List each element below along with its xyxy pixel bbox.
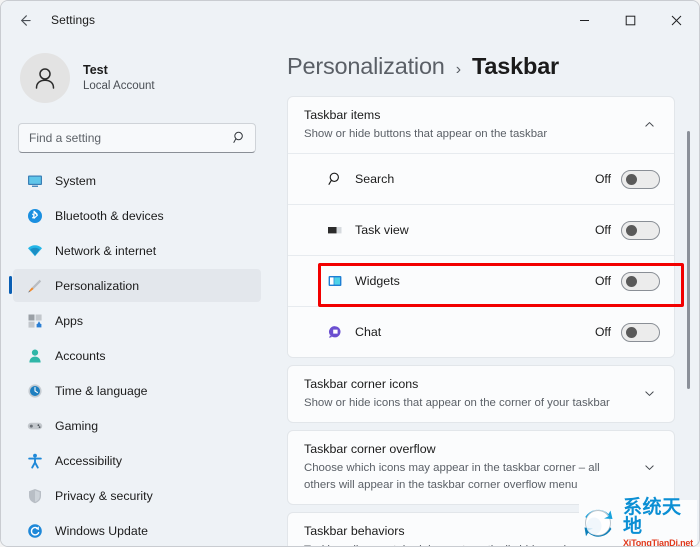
sidebar-item-label: Personalization: [55, 278, 140, 293]
paintbrush-icon: [26, 277, 43, 294]
toggle-switch-task-view[interactable]: [621, 220, 660, 240]
sidebar-item-system[interactable]: System: [13, 164, 261, 197]
sidebar-item-gaming[interactable]: Gaming: [13, 409, 261, 442]
window-body: Test Local Account Find a setting System…: [1, 39, 699, 546]
sidebar-item-label: Accessibility: [55, 453, 122, 468]
toggle-state-label: Off: [594, 274, 611, 289]
row-label: Search: [355, 172, 395, 187]
toggle-state-label: Off: [594, 172, 611, 187]
app-title: Settings: [51, 13, 96, 27]
chat-icon: [326, 323, 344, 341]
taskview-icon: [326, 221, 344, 239]
sidebar-item-label: System: [55, 173, 96, 188]
settings-cards: Taskbar items Show or hide buttons that …: [273, 96, 699, 546]
window-controls: [561, 1, 699, 39]
sidebar-nav: System Bluetooth & devices Network & int…: [1, 164, 273, 546]
sidebar-item-accessibility[interactable]: Accessibility: [13, 444, 261, 477]
sidebar-item-bluetooth-devices[interactable]: Bluetooth & devices: [13, 199, 261, 232]
bluetooth-icon: [26, 207, 43, 224]
watermark: 系统天地 XiTongTianDi.net: [579, 496, 697, 547]
scrollbar-thumb[interactable]: [687, 131, 690, 389]
account-subtitle: Local Account: [83, 79, 155, 92]
sidebar-item-label: Bluetooth & devices: [55, 208, 164, 223]
card-subtitle: Choose which icons may appear in the tas…: [304, 462, 600, 491]
maximize-button[interactable]: [607, 1, 653, 39]
sidebar-item-label: Privacy & security: [55, 488, 153, 503]
row-label: Chat: [355, 325, 382, 340]
row-chat[interactable]: Chat Off: [288, 307, 674, 358]
page-title: Taskbar: [472, 53, 560, 79]
back-arrow-icon: [17, 13, 32, 28]
card-title: Taskbar items: [304, 108, 381, 122]
sidebar-item-time-language[interactable]: Time & language: [13, 374, 261, 407]
wifi-icon: [26, 242, 43, 259]
sidebar-item-label: Network & internet: [55, 243, 157, 258]
main-content: Personalization › Taskbar Taskbar items …: [273, 39, 699, 546]
apps-icon: [26, 312, 43, 329]
settings-window: Settings Test Local Account Find a setti…: [0, 0, 700, 547]
row-task-view[interactable]: Task view Off: [288, 205, 674, 256]
accessibility-icon: [26, 452, 43, 469]
sidebar-item-personalization[interactable]: Personalization: [9, 269, 261, 302]
scrollbar[interactable]: [684, 125, 693, 544]
breadcrumb-separator-icon: ›: [455, 61, 462, 78]
sidebar-item-label: Windows Update: [55, 523, 148, 538]
chevron-down-icon[interactable]: [638, 461, 660, 474]
sidebar-item-accounts[interactable]: Accounts: [13, 339, 261, 372]
breadcrumb: Personalization › Taskbar: [273, 39, 699, 96]
search-box[interactable]: [18, 123, 256, 153]
card-subtitle: Show or hide buttons that appear on the …: [304, 127, 548, 140]
taskbar-items-header[interactable]: Taskbar items Show or hide buttons that …: [288, 97, 674, 153]
row-widgets[interactable]: Widgets Off: [288, 256, 674, 307]
sidebar-item-label: Apps: [55, 313, 84, 328]
title-bar: Settings: [1, 1, 699, 39]
minimize-button[interactable]: [561, 1, 607, 39]
back-button[interactable]: [9, 5, 39, 35]
toggle-switch-search[interactable]: [621, 169, 660, 189]
card-title: Taskbar corner overflow: [304, 442, 436, 457]
card-subtitle: Show or hide icons that appear on the co…: [304, 397, 610, 410]
toggle-switch-widgets[interactable]: [621, 271, 660, 291]
globe-refresh-icon: [579, 501, 623, 546]
breadcrumb-parent[interactable]: Personalization: [287, 53, 445, 80]
sidebar-item-apps[interactable]: Apps: [13, 304, 261, 337]
search-input[interactable]: [18, 123, 256, 153]
toggle-switch-chat[interactable]: [621, 322, 660, 342]
widgets-icon: [326, 272, 344, 290]
sidebar-item-label: Time & language: [55, 383, 148, 398]
row-search[interactable]: Search Off: [288, 154, 674, 205]
account-block[interactable]: Test Local Account: [1, 39, 273, 117]
close-button[interactable]: [653, 1, 699, 39]
sidebar-item-label: Gaming: [55, 418, 99, 433]
chevron-up-icon[interactable]: [638, 118, 660, 131]
corner-overflow-header[interactable]: Taskbar corner overflow Choose which ico…: [288, 431, 674, 503]
toggle-state-label: Off: [594, 223, 611, 238]
watermark-cn-text: 系统天地: [623, 496, 682, 537]
gamepad-icon: [26, 417, 43, 434]
row-label: Widgets: [355, 274, 400, 289]
chevron-down-icon[interactable]: [638, 387, 660, 400]
shield-icon: [26, 487, 43, 504]
corner-icons-header[interactable]: Taskbar corner icons Show or hide icons …: [288, 366, 674, 422]
avatar: [20, 53, 70, 103]
account-name: Test: [83, 62, 108, 77]
sidebar-item-windows-update[interactable]: Windows Update: [13, 514, 261, 546]
card-taskbar-corner-overflow[interactable]: Taskbar corner overflow Choose which ico…: [287, 430, 675, 505]
sidebar: Test Local Account Find a setting System…: [1, 39, 273, 546]
card-taskbar-items: Taskbar items Show or hide buttons that …: [287, 96, 675, 359]
card-taskbar-corner-icons[interactable]: Taskbar corner icons Show or hide icons …: [287, 365, 675, 424]
sidebar-item-network-internet[interactable]: Network & internet: [13, 234, 261, 267]
card-title: Taskbar corner icons: [304, 377, 419, 392]
update-icon: [26, 522, 43, 539]
toggle-state-label: Off: [594, 325, 611, 340]
monitor-icon: [26, 172, 43, 189]
clock-icon: [26, 382, 43, 399]
account-icon: [26, 347, 43, 364]
sidebar-item-privacy-security[interactable]: Privacy & security: [13, 479, 261, 512]
row-label: Task view: [355, 223, 409, 238]
search-icon: [326, 170, 344, 188]
sidebar-item-label: Accounts: [55, 348, 106, 363]
watermark-en-text: XiTongTianDi.net: [623, 538, 693, 547]
